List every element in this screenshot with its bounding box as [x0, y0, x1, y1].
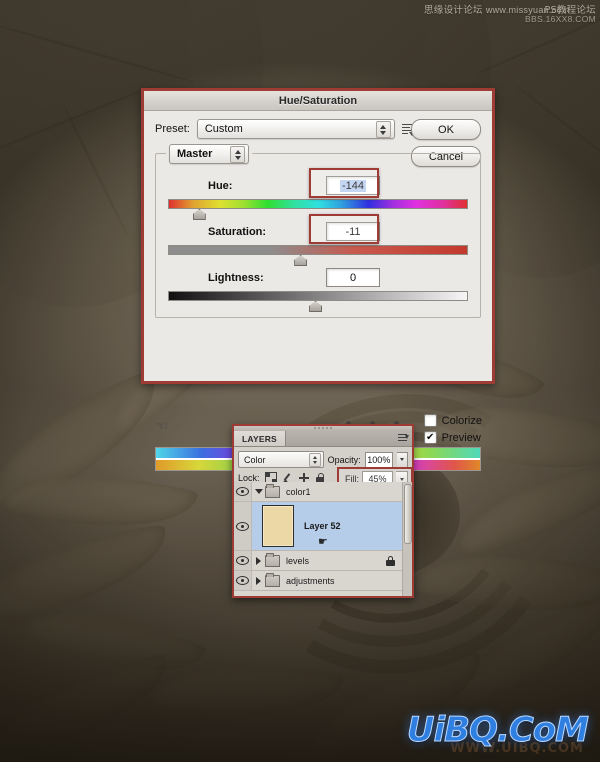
layer-name: adjustments	[286, 575, 335, 586]
table-row[interactable]: levels	[234, 551, 412, 571]
blend-mode-select[interactable]: Color	[238, 451, 324, 468]
panel-tab-bar: LAYERS	[234, 431, 412, 447]
group-expand-toggle[interactable]	[252, 556, 265, 565]
colorize-checkbox[interactable]	[423, 414, 437, 427]
channel-value: Master	[177, 148, 213, 160]
hue-track[interactable]	[168, 199, 468, 220]
opacity-label: Opacity:	[327, 454, 361, 465]
opacity-chevron-icon[interactable]	[397, 451, 408, 468]
panel-menu-icon[interactable]	[398, 434, 409, 443]
preset-select[interactable]: Custom	[196, 119, 395, 139]
grip-dots-icon	[314, 427, 332, 429]
watermark-bottom: UiBQ.CoM	[406, 710, 589, 751]
preview-checkbox[interactable]: ✔	[423, 431, 437, 444]
dialog-title: Hue/Saturation	[278, 94, 358, 107]
lightness-track[interactable]	[168, 291, 468, 312]
dialog-title-bar: Hue/Saturation	[144, 91, 492, 111]
padlock-icon	[386, 555, 395, 566]
saturation-highlight-box	[309, 214, 379, 244]
checkbox-group: Colorize ✔ Preview	[423, 414, 482, 448]
layer-visibility-toggle[interactable]	[234, 551, 252, 570]
preset-value: Custom	[204, 123, 243, 135]
preview-row[interactable]: ✔ Preview	[423, 431, 482, 444]
table-row[interactable]: color1	[234, 482, 412, 502]
pointer-cursor-icon: ☛	[318, 536, 328, 548]
table-row[interactable]: Layer 52 ☛	[234, 502, 412, 551]
layer-visibility-toggle[interactable]	[234, 571, 252, 590]
hue-highlight-box	[309, 168, 379, 198]
group-expand-toggle[interactable]	[252, 576, 265, 585]
layers-panel: LAYERS Color Opacity: 100% Lock: Fill: 4…	[232, 424, 414, 598]
opacity-value[interactable]: 100%	[364, 451, 393, 468]
layer-visibility-toggle[interactable]	[234, 482, 252, 501]
layer-name: color1	[286, 486, 311, 497]
hue-label: Hue:	[208, 179, 233, 192]
onscreen-adjust-icon[interactable]: ☜	[156, 418, 172, 434]
adjust-fieldset: Master Hue: -144 Saturation: -11 Lightne…	[155, 144, 481, 318]
layer-thumbnail[interactable]	[262, 505, 294, 547]
layer-visibility-toggle[interactable]	[234, 502, 252, 550]
chevron-updown-icon[interactable]	[230, 146, 245, 163]
saturation-track[interactable]	[168, 245, 468, 266]
preview-label: Preview	[441, 431, 481, 444]
saturation-label: Saturation:	[208, 225, 267, 238]
preset-label: Preset:	[155, 123, 190, 135]
table-row[interactable]: adjustments	[234, 571, 412, 591]
lightness-label: Lightness:	[208, 271, 264, 284]
blend-mode-value: Color	[244, 454, 266, 465]
layer-name: Layer 52	[304, 521, 341, 531]
group-expand-toggle[interactable]	[252, 489, 265, 494]
layer-list: color1 Layer 52 ☛ levels adjustments	[234, 482, 412, 596]
folder-icon	[265, 552, 280, 567]
watermark-ps-url: BBS.16XX8.COM	[525, 13, 596, 24]
folder-icon	[265, 483, 280, 498]
ok-button[interactable]: OK	[411, 119, 481, 140]
lightness-slider-group: Lightness: 0	[168, 268, 468, 312]
lightness-slider-thumb[interactable]	[309, 301, 323, 312]
channel-legend: Master	[166, 144, 252, 164]
tab-layers[interactable]: LAYERS	[234, 431, 286, 446]
chevron-updown-icon[interactable]	[375, 121, 391, 138]
colorize-row[interactable]: Colorize	[423, 414, 482, 427]
layer-name: levels	[286, 555, 310, 566]
lightness-value-input[interactable]: 0	[326, 268, 380, 287]
watermark-top: 思缘设计论坛 www.missyuan.com PS教程论坛 BBS.16XX8…	[424, 5, 596, 34]
saturation-slider-thumb[interactable]	[294, 255, 308, 266]
hue-saturation-dialog: Hue/Saturation Preset: Custom OK Cancel …	[141, 88, 495, 471]
watermark-forum-cn: 思缘设计论坛	[424, 5, 483, 16]
folder-icon	[265, 572, 280, 587]
layers-scrollbar[interactable]	[402, 482, 412, 596]
hue-slider-thumb[interactable]	[192, 209, 206, 220]
lightness-value: 0	[349, 271, 357, 284]
channel-select[interactable]: Master	[169, 144, 249, 164]
chevron-updown-icon[interactable]	[308, 453, 321, 467]
scrollbar-thumb[interactable]	[404, 484, 412, 544]
colorize-label: Colorize	[441, 414, 482, 427]
